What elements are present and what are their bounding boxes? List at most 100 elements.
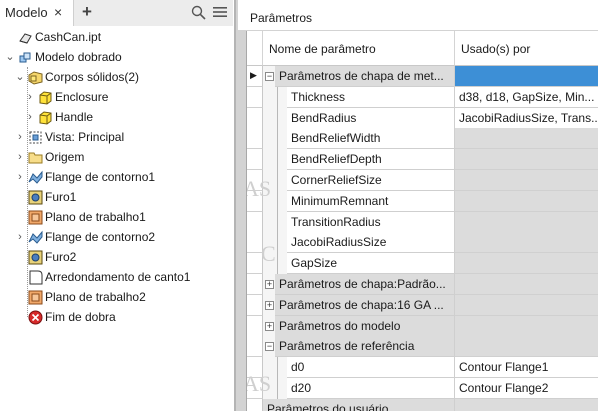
chevron-down-icon[interactable]: ⌄	[5, 47, 15, 67]
used-by-cell[interactable]	[455, 274, 598, 295]
solid-bodies-icon	[28, 70, 43, 85]
collapse-icon[interactable]: −	[265, 342, 274, 351]
column-header-used-by[interactable]: Usado(s) por	[455, 31, 598, 66]
tree-item[interactable]: › Flange de contorno2	[0, 227, 233, 247]
parameter-name-cell[interactable]: Parâmetros de chapa:16 GA ...	[275, 295, 455, 316]
used-by-cell[interactable]	[455, 149, 598, 170]
row-selector[interactable]	[247, 87, 263, 108]
tree-guide-line	[27, 67, 28, 317]
group-tree-line	[277, 378, 278, 399]
parameter-name-cell[interactable]: Parâmetros do usuário	[263, 399, 455, 411]
tree-item[interactable]: › Handle	[0, 107, 233, 127]
parameter-name-cell[interactable]: d0	[287, 357, 455, 378]
tree-item[interactable]: CashCan.ipt	[0, 27, 233, 47]
parameter-name-cell[interactable]: Thickness	[287, 87, 455, 108]
search-icon[interactable]	[191, 5, 206, 20]
used-by-cell[interactable]	[455, 232, 598, 253]
used-by-cell[interactable]	[455, 336, 598, 357]
used-by-cell[interactable]	[455, 212, 598, 233]
row-selector[interactable]	[247, 316, 263, 337]
hole-icon	[28, 190, 43, 205]
used-by-cell[interactable]	[455, 399, 598, 411]
tree-item[interactable]: › Enclosure	[0, 87, 233, 107]
used-by-cell[interactable]: Contour Flange1	[455, 357, 598, 378]
tree-item[interactable]: Furo1	[0, 187, 233, 207]
tree-item[interactable]: › Vista: Principal	[0, 127, 233, 147]
tree-item[interactable]: Arredondamento de canto1	[0, 267, 233, 287]
hole-icon	[28, 250, 43, 265]
collapse-icon[interactable]: −	[265, 72, 274, 81]
tree-item-label: Enclosure	[55, 90, 109, 104]
parameter-name-cell[interactable]: Parâmetros de referência	[275, 336, 455, 357]
used-by-cell[interactable]	[455, 170, 598, 191]
row-selector[interactable]	[247, 399, 263, 411]
chevron-right-icon[interactable]: ›	[15, 227, 25, 247]
row-selector[interactable]: ▶	[247, 66, 263, 87]
tree-item[interactable]: › Flange de contorno1	[0, 167, 233, 187]
row-selector[interactable]	[247, 149, 263, 170]
tree-item[interactable]: ⌄ Modelo dobrado	[0, 47, 233, 67]
row-selector[interactable]	[247, 274, 263, 295]
tree-item-label: Modelo dobrado	[35, 50, 122, 64]
column-header-used-by-label: Usado(s) por	[461, 42, 531, 56]
parameter-name-cell[interactable]: Parâmetros de chapa:Padrão...	[275, 274, 455, 295]
used-by-cell[interactable]	[455, 253, 598, 274]
watermark-text: C	[261, 241, 276, 266]
parameters-title: Parâmetros	[250, 11, 313, 25]
end-of-fold-icon	[28, 310, 43, 325]
origin-folder-icon	[28, 150, 43, 165]
used-by-cell[interactable]	[455, 66, 598, 87]
expand-icon[interactable]: +	[265, 280, 274, 289]
solid-body-icon	[38, 90, 53, 105]
parameter-name-cell[interactable]: MinimumRemnant	[287, 191, 455, 212]
parameter-name-cell[interactable]: d20	[287, 378, 455, 399]
column-header-name[interactable]: Nome de parâmetro	[263, 31, 455, 66]
parameter-name-cell[interactable]: Parâmetros de chapa de met...	[275, 66, 455, 87]
tree-item-label: Arredondamento de canto1	[45, 270, 191, 284]
tree-item[interactable]: › Origem	[0, 147, 233, 167]
row-selector[interactable]	[247, 128, 263, 149]
used-by-cell[interactable]	[455, 295, 598, 316]
work-plane-icon	[28, 210, 43, 225]
add-tab-icon[interactable]: +	[82, 2, 92, 22]
tree-item[interactable]: ⌄ Corpos sólidos(2)	[0, 67, 233, 87]
work-plane-icon	[28, 290, 43, 305]
parameter-name-cell[interactable]: BendRadius	[287, 108, 455, 129]
tree-item[interactable]: Plano de trabalho2	[0, 287, 233, 307]
parameter-name-cell[interactable]: JacobiRadiusSize	[287, 232, 455, 253]
group-tree-line	[277, 253, 278, 274]
tab-modelo[interactable]: Modelo ×	[0, 0, 74, 26]
tree-item-label: Furo2	[45, 250, 77, 264]
tree-item[interactable]: Furo2	[0, 247, 233, 267]
tree-item[interactable]: Fim de dobra	[0, 307, 233, 327]
used-by-cell[interactable]: JacobiRadiusSize, Trans...	[455, 108, 598, 129]
row-selector[interactable]	[247, 108, 263, 129]
tree-item-label: Handle	[55, 110, 94, 124]
row-selector[interactable]	[247, 295, 263, 316]
chevron-down-icon[interactable]: ⌄	[15, 67, 25, 87]
used-by-cell[interactable]	[455, 316, 598, 337]
expand-icon[interactable]: +	[265, 301, 274, 310]
parameter-name-cell[interactable]: Parâmetros do modelo	[275, 316, 455, 337]
used-by-cell[interactable]: Contour Flange2	[455, 378, 598, 399]
chevron-right-icon[interactable]: ›	[15, 147, 25, 167]
chevron-right-icon[interactable]: ›	[15, 167, 25, 187]
chevron-right-icon[interactable]: ›	[15, 127, 25, 147]
tab-modelo-label: Modelo	[5, 5, 48, 20]
row-selector[interactable]	[247, 336, 263, 357]
used-by-cell[interactable]	[455, 128, 598, 149]
parameter-name-cell[interactable]: CornerReliefSize	[287, 170, 455, 191]
group-tree-line	[277, 191, 278, 212]
row-selector[interactable]	[247, 212, 263, 233]
parameter-name-cell[interactable]: GapSize	[287, 253, 455, 274]
tree-item[interactable]: Plano de trabalho1	[0, 207, 233, 227]
parameter-name-cell[interactable]: BendReliefWidth	[287, 128, 455, 149]
browser-tab-bar: Modelo × +	[0, 0, 233, 26]
parameter-name-cell[interactable]: BendReliefDepth	[287, 149, 455, 170]
used-by-cell[interactable]: d38, d18, GapSize, Min...	[455, 87, 598, 108]
close-icon[interactable]: ×	[54, 4, 62, 20]
used-by-cell[interactable]	[455, 191, 598, 212]
parameter-name-cell[interactable]: TransitionRadius	[287, 212, 455, 233]
expand-icon[interactable]: +	[265, 322, 274, 331]
hamburger-menu-icon[interactable]	[213, 6, 227, 18]
